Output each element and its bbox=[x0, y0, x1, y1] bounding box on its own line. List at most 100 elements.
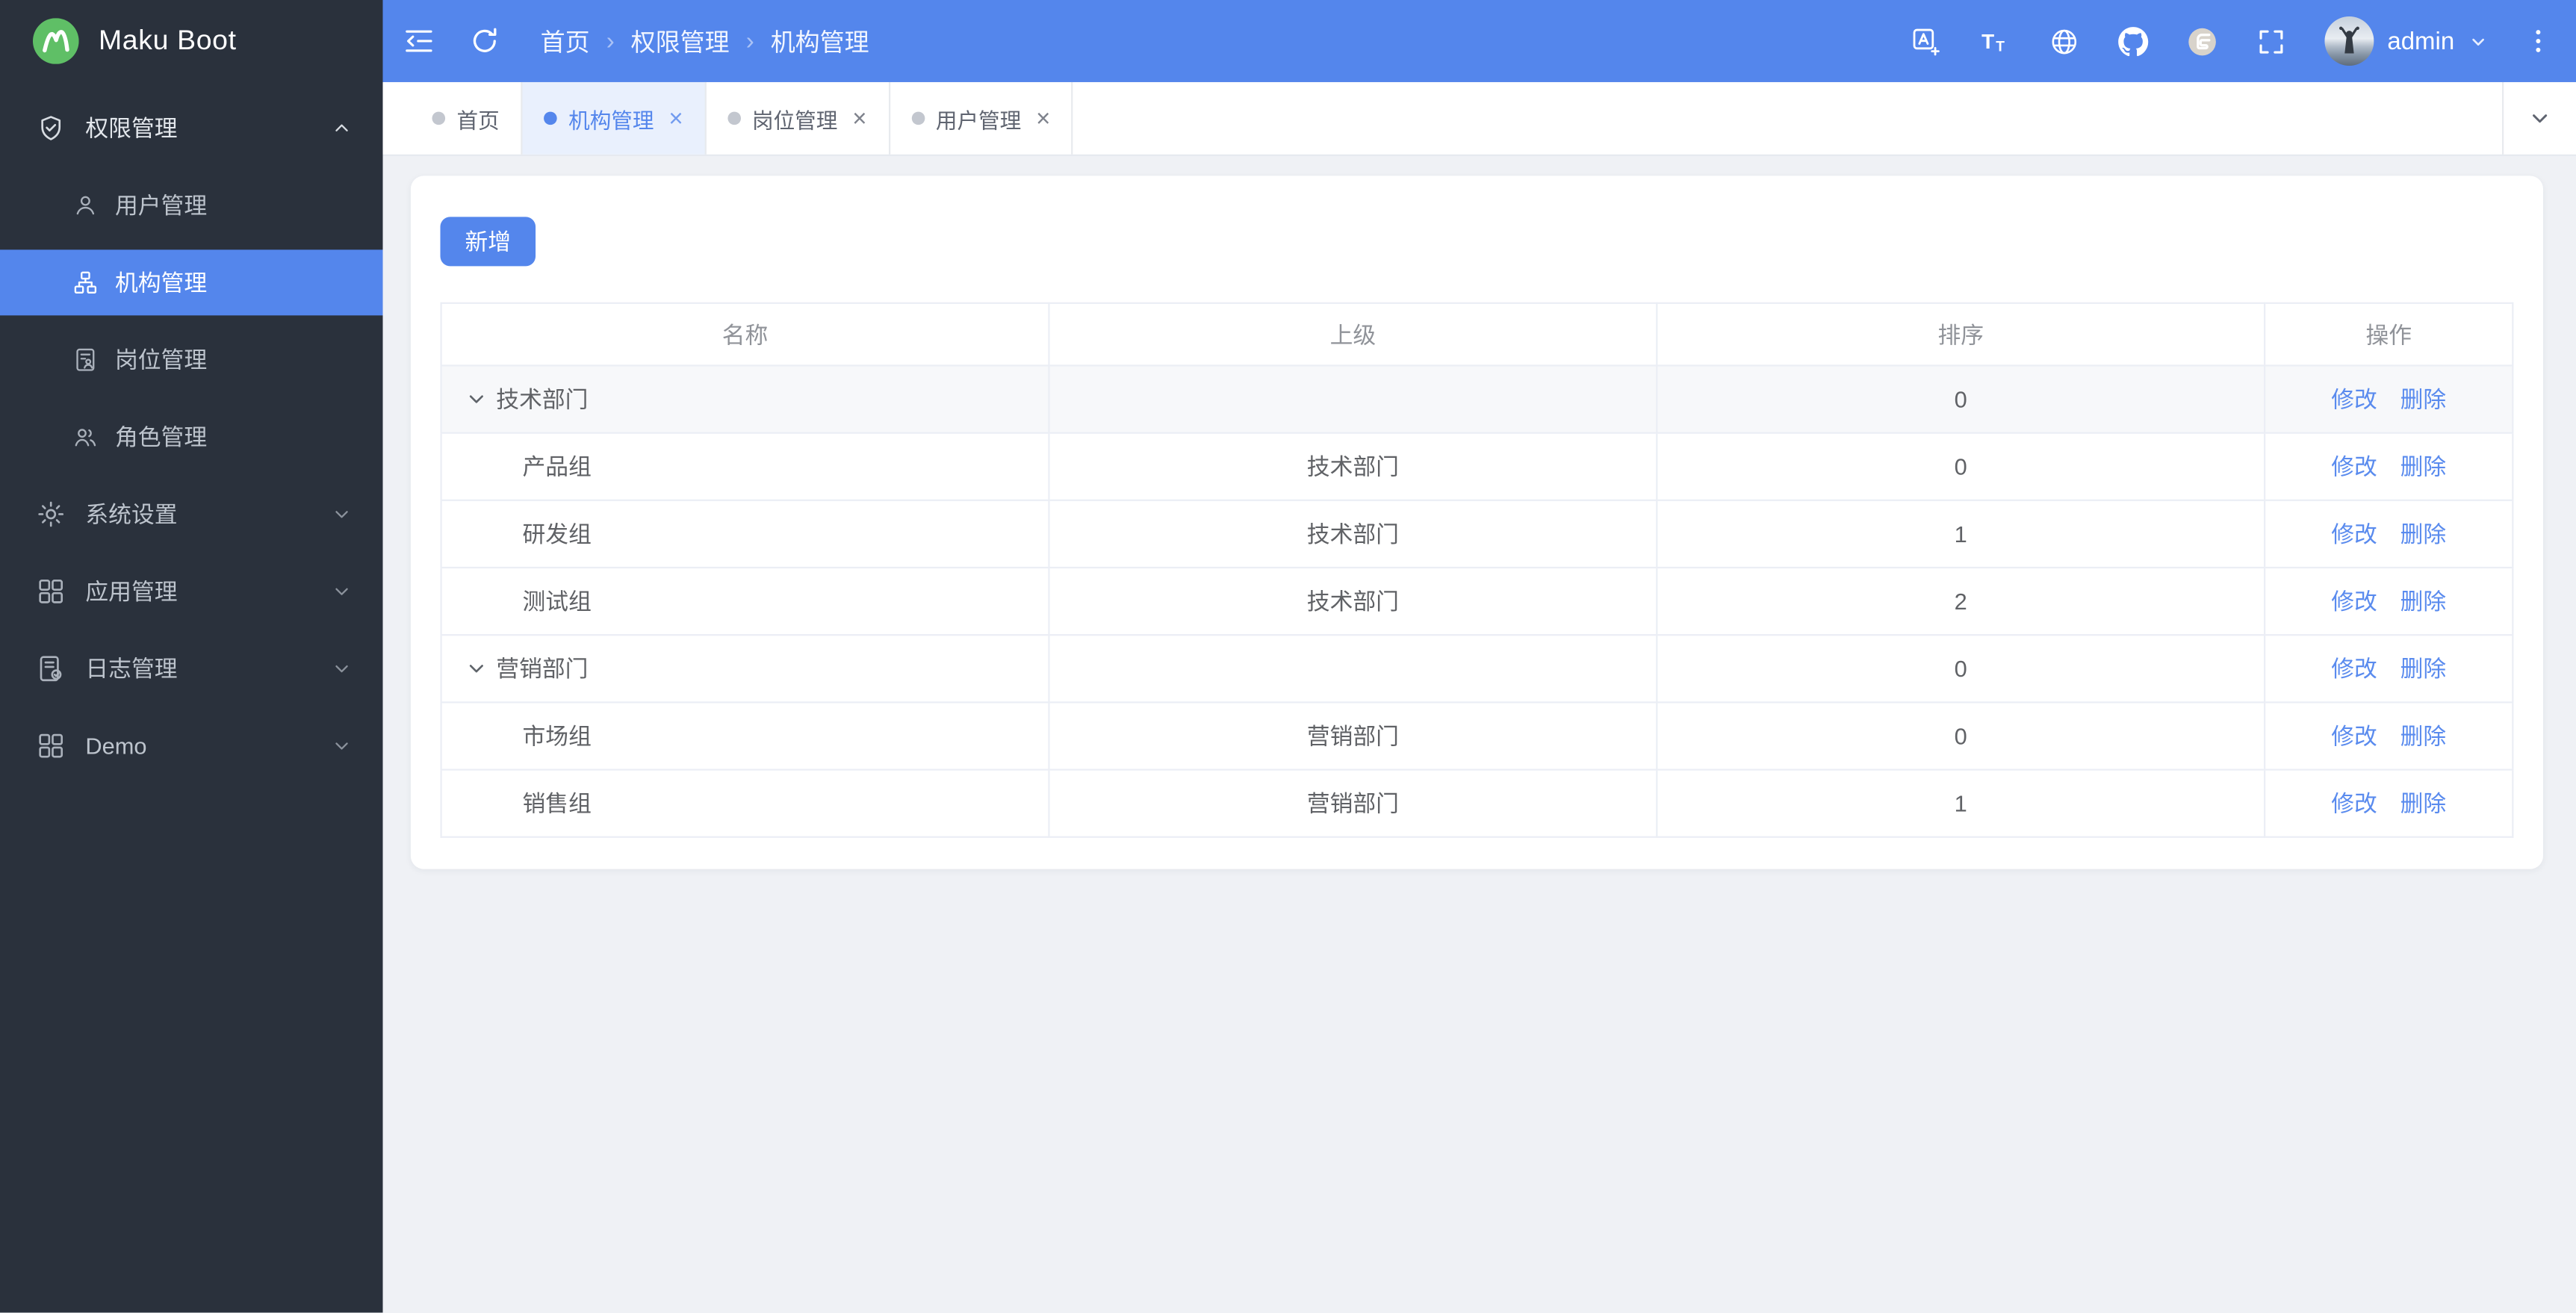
sidebar-fold-icon[interactable] bbox=[403, 25, 435, 58]
chevron-down-icon bbox=[330, 580, 353, 603]
topbar-left: 首页 › 权限管理 › 机构管理 bbox=[403, 24, 869, 58]
content-area: 新增 名称 上级 排序 操作 技术部门 0 修改 删除 产品组 技术部门 0 修改 删除 研发组 技术部门… bbox=[383, 156, 2576, 1313]
tab-机构管理[interactable]: 机构管理 × bbox=[522, 81, 707, 155]
sidebar-item-label: 系统设置 bbox=[85, 500, 178, 528]
table-row: 销售组 营销部门 1 修改 删除 bbox=[440, 769, 2514, 838]
table-header: 名称 上级 排序 操作 bbox=[440, 302, 2514, 367]
sidebar-item-users[interactable]: 用户管理 bbox=[0, 173, 383, 238]
tab-list: 首页 机构管理 × 岗位管理 × 用户管理 × bbox=[383, 81, 1074, 155]
edit-link[interactable]: 修改 bbox=[2331, 521, 2377, 547]
tab-label: 岗位管理 bbox=[751, 108, 838, 133]
expand-caret-icon[interactable] bbox=[467, 657, 497, 680]
sidebar-item-roles[interactable]: 角色管理 bbox=[0, 404, 383, 470]
avatar bbox=[2324, 16, 2374, 66]
delete-link[interactable]: 删除 bbox=[2400, 588, 2447, 614]
delete-link[interactable]: 删除 bbox=[2400, 386, 2447, 412]
tab-岗位管理[interactable]: 岗位管理 × bbox=[706, 81, 890, 155]
tab-用户管理[interactable]: 用户管理 × bbox=[890, 81, 1074, 155]
tab-close-icon[interactable]: × bbox=[852, 106, 866, 131]
actions-cell: 修改 删除 bbox=[2264, 566, 2514, 636]
sort-cell: 1 bbox=[1656, 499, 2266, 569]
org-name: 产品组 bbox=[522, 453, 592, 480]
sort-cell: 2 bbox=[1656, 566, 2266, 636]
actions-cell: 修改 删除 bbox=[2264, 634, 2514, 704]
post-icon bbox=[72, 347, 99, 373]
main-column: 首页 › 权限管理 › 机构管理 TT admin 首页 机构管理 × 岗位管理… bbox=[382, 0, 2576, 1313]
add-button[interactable]: 新增 bbox=[440, 217, 536, 267]
table-row: 技术部门 0 修改 删除 bbox=[440, 364, 2514, 434]
parent-cell: 技术部门 bbox=[1048, 566, 1658, 636]
sort-cell: 1 bbox=[1656, 769, 2266, 838]
expand-caret-icon[interactable] bbox=[467, 388, 497, 411]
sort-cell: 0 bbox=[1656, 634, 2266, 704]
edit-link[interactable]: 修改 bbox=[2331, 723, 2377, 749]
tab-首页[interactable]: 首页 bbox=[411, 81, 523, 155]
gear-icon bbox=[36, 500, 66, 530]
translate-icon[interactable] bbox=[1911, 25, 1942, 57]
edit-link[interactable]: 修改 bbox=[2331, 386, 2377, 412]
org-table: 名称 上级 排序 操作 技术部门 0 修改 删除 产品组 技术部门 0 修改 删除 研发组 技术部门 1 修改… bbox=[440, 302, 2514, 838]
app-logo[interactable]: Maku Boot bbox=[0, 0, 383, 82]
breadcrumb-item[interactable]: 权限管理 bbox=[631, 24, 730, 58]
name-cell: 产品组 bbox=[440, 432, 1050, 501]
tab-status-dot bbox=[544, 111, 557, 125]
grid-icon bbox=[36, 577, 66, 606]
sidebar-item-label: 权限管理 bbox=[85, 114, 178, 142]
table-row: 市场组 营销部门 0 修改 删除 bbox=[440, 701, 2514, 771]
actions-cell: 修改 删除 bbox=[2264, 769, 2514, 838]
breadcrumb-item: 机构管理 bbox=[770, 28, 869, 57]
edit-link[interactable]: 修改 bbox=[2331, 588, 2377, 614]
sidebar-item-logs[interactable]: 日志管理 bbox=[0, 636, 383, 701]
tab-dropdown-button[interactable] bbox=[2502, 81, 2576, 155]
actions-cell: 修改 删除 bbox=[2264, 701, 2514, 771]
delete-link[interactable]: 删除 bbox=[2400, 790, 2447, 816]
sort-cell: 0 bbox=[1656, 364, 2266, 434]
sidebar-item-apps[interactable]: 应用管理 bbox=[0, 559, 383, 624]
mountain-logo-icon bbox=[32, 18, 79, 64]
tabbar: 首页 机构管理 × 岗位管理 × 用户管理 × bbox=[382, 81, 2576, 156]
table-header-row: 名称 上级 排序 操作 bbox=[440, 302, 2514, 367]
parent-cell: 营销部门 bbox=[1048, 769, 1658, 838]
user-menu[interactable]: admin bbox=[2324, 16, 2489, 66]
refresh-icon[interactable] bbox=[468, 25, 501, 58]
tab-close-icon[interactable]: × bbox=[1036, 106, 1050, 131]
org-name: 销售组 bbox=[522, 790, 592, 817]
gitee-icon[interactable] bbox=[2187, 25, 2218, 57]
globe-icon[interactable] bbox=[2049, 25, 2080, 57]
sidebar-item-permissions[interactable]: 权限管理 bbox=[0, 96, 383, 161]
edit-link[interactable]: 修改 bbox=[2331, 790, 2377, 816]
name-cell: 营销部门 bbox=[440, 634, 1050, 704]
table-body: 技术部门 0 修改 删除 产品组 技术部门 0 修改 删除 研发组 技术部门 1 修改 删除 测试组 技术部门… bbox=[440, 364, 2514, 838]
sidebar-item-system[interactable]: 系统设置 bbox=[0, 481, 383, 547]
more-vertical-icon[interactable] bbox=[2524, 26, 2554, 56]
delete-link[interactable]: 删除 bbox=[2400, 723, 2447, 749]
edit-link[interactable]: 修改 bbox=[2331, 656, 2377, 682]
column-header: 排序 bbox=[1656, 302, 2266, 367]
breadcrumb-item[interactable]: 首页 bbox=[541, 24, 590, 58]
sidebar-item-demo[interactable]: Demo bbox=[0, 713, 383, 779]
chevron-down-icon bbox=[2527, 105, 2553, 131]
breadcrumb-separator: › bbox=[745, 27, 754, 55]
username-label: admin bbox=[2387, 27, 2455, 55]
chevron-down-icon bbox=[330, 657, 353, 680]
tab-close-icon[interactable]: × bbox=[668, 106, 683, 131]
sidebar-item-label: 机构管理 bbox=[114, 269, 208, 296]
tab-status-dot bbox=[432, 111, 446, 125]
chevron-down-icon bbox=[330, 734, 353, 757]
delete-link[interactable]: 删除 bbox=[2400, 656, 2447, 682]
tab-label: 机构管理 bbox=[568, 108, 654, 133]
name-cell: 技术部门 bbox=[440, 364, 1050, 434]
parent-cell bbox=[1048, 364, 1658, 434]
parent-cell: 营销部门 bbox=[1048, 701, 1658, 771]
sidebar-item-orgs[interactable]: 机构管理 bbox=[0, 249, 383, 316]
github-icon[interactable] bbox=[2118, 25, 2150, 57]
delete-link[interactable]: 删除 bbox=[2400, 521, 2447, 547]
sidebar-item-label: 日志管理 bbox=[85, 655, 178, 682]
sidebar-item-posts[interactable]: 岗位管理 bbox=[0, 327, 383, 393]
breadcrumb: 首页 › 权限管理 › 机构管理 bbox=[541, 24, 869, 58]
sidebar: Maku Boot 权限管理用户管理机构管理岗位管理角色管理系统设置应用管理日志… bbox=[0, 0, 383, 1313]
edit-link[interactable]: 修改 bbox=[2331, 453, 2377, 479]
fullscreen-icon[interactable] bbox=[2256, 25, 2287, 57]
font-size-icon[interactable]: TT bbox=[1980, 25, 2011, 57]
delete-link[interactable]: 删除 bbox=[2400, 453, 2447, 479]
